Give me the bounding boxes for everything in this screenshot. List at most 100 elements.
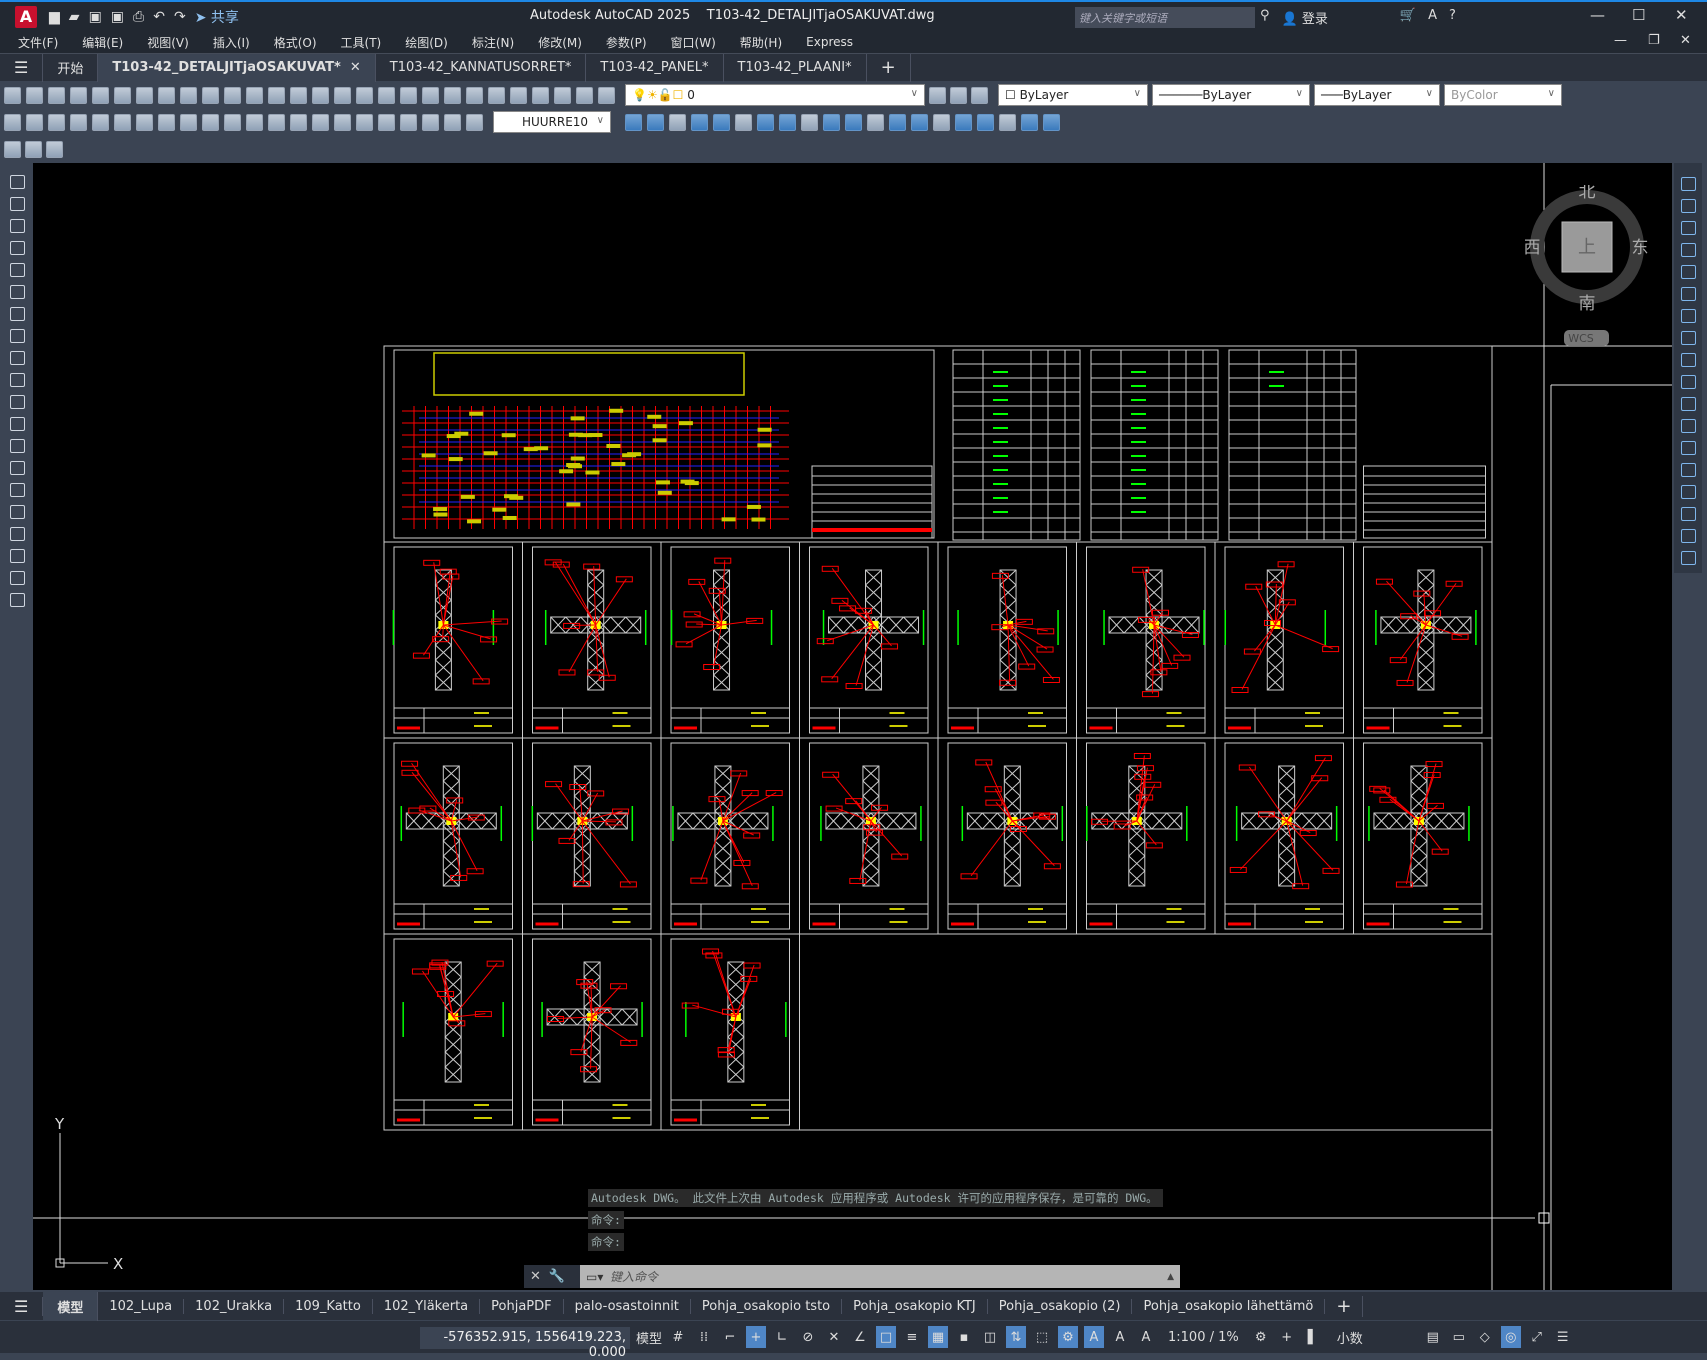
tool-icon[interactable] (4, 141, 21, 158)
snap-icon[interactable]: ⁞⁞ (694, 1326, 714, 1348)
layer-tool-icon[interactable] (929, 87, 946, 104)
dimension-tool-icon[interactable] (224, 114, 241, 131)
arc-icon[interactable] (10, 285, 25, 299)
minimize-button[interactable]: — (1590, 6, 1605, 24)
copy-icon[interactable] (1681, 199, 1696, 213)
units-icon[interactable]: ▌ (1303, 1326, 1323, 1348)
layer-tool-icon[interactable] (950, 87, 967, 104)
solid-tool-icon[interactable] (977, 114, 994, 131)
color-dropdown[interactable]: ☐ ByLayer∨ (998, 84, 1148, 106)
standard-tool-icon[interactable] (246, 87, 263, 104)
workspace-gear-icon[interactable]: ⚙ (1251, 1326, 1271, 1348)
dimension-tool-icon[interactable] (70, 114, 87, 131)
standard-tool-icon[interactable] (378, 87, 395, 104)
linetype-dropdown[interactable]: ────── ByLayer∨ (1152, 84, 1310, 106)
west-label[interactable]: 西 (1525, 238, 1541, 258)
autocad-logo-button[interactable]: A (15, 6, 37, 28)
redo-icon[interactable]: ↷ (174, 9, 186, 25)
coordinates-readout[interactable]: -576352.915, 1556419.223, 0.000 (420, 1327, 630, 1349)
tab-document-active[interactable]: T103-42_DETALJITjaOSAKUVAT* ✕ (98, 54, 375, 82)
move-icon[interactable] (1681, 287, 1696, 301)
layout-tab[interactable]: 102_Yläkerta (373, 1299, 480, 1314)
doc-minimize-button[interactable]: — (1614, 33, 1627, 48)
standard-tool-icon[interactable] (92, 87, 109, 104)
cart-icon[interactable]: 🛒 (1400, 8, 1416, 27)
annotation-scale-dropdown[interactable]: 1:100 / 1% (1168, 1330, 1239, 1345)
standard-tool-icon[interactable] (26, 87, 43, 104)
offset-icon[interactable] (1681, 243, 1696, 257)
solid-tool-icon[interactable] (801, 114, 818, 131)
dimension-tool-icon[interactable] (136, 114, 153, 131)
arc-icon[interactable] (10, 219, 25, 233)
tab-document[interactable]: T103-42_PLAANI* (724, 54, 867, 82)
menu-edit[interactable]: 编辑(E) (82, 34, 123, 51)
standard-tool-icon[interactable] (180, 87, 197, 104)
dimension-tool-icon[interactable] (4, 114, 21, 131)
dynamic-input-icon[interactable]: + (746, 1326, 766, 1348)
tab-start[interactable]: 开始 (43, 54, 98, 82)
layout-tab-model[interactable]: 模型 (43, 1292, 98, 1321)
dimension-tool-icon[interactable] (444, 114, 461, 131)
solid-tool-icon[interactable] (647, 114, 664, 131)
units-dropdown[interactable]: 小数 (1337, 1328, 1417, 1347)
quick-properties-icon[interactable]: ▤ (1423, 1326, 1443, 1348)
mirror-icon[interactable] (1681, 221, 1696, 235)
standard-tool-icon[interactable] (224, 87, 241, 104)
solid-tool-icon[interactable] (1043, 114, 1060, 131)
south-label[interactable]: 南 (1579, 294, 1596, 314)
standard-tool-icon[interactable] (4, 87, 21, 104)
search-icon[interactable]: ⚲ (1260, 8, 1270, 27)
insert-block-icon[interactable] (10, 417, 25, 431)
annotation-visibility-icon[interactable]: A (1084, 1326, 1104, 1348)
standard-tool-icon[interactable] (202, 87, 219, 104)
break-icon[interactable] (1681, 419, 1696, 433)
standard-tool-icon[interactable] (510, 87, 527, 104)
layer-dropdown[interactable]: 💡☀🔓☐ 0∨ (625, 84, 925, 106)
solid-tool-icon[interactable] (933, 114, 950, 131)
gradient-icon[interactable] (10, 505, 25, 519)
line-icon[interactable] (10, 175, 25, 189)
polyline-icon[interactable] (10, 197, 25, 211)
solid-tool-icon[interactable] (911, 114, 928, 131)
standard-tool-icon[interactable] (290, 87, 307, 104)
chevron-up-icon[interactable]: ▲ (1167, 1272, 1174, 1282)
explode-icon[interactable] (1681, 529, 1696, 543)
tab-document[interactable]: T103-42_PANEL* (586, 54, 723, 82)
tabs-menu-icon[interactable]: ☰ (0, 54, 43, 82)
tab-close-icon[interactable]: ✕ (350, 60, 361, 75)
standard-tool-icon[interactable] (488, 87, 505, 104)
layout-tab[interactable]: 102_Lupa (98, 1299, 184, 1314)
polar-icon[interactable]: ⊘ (798, 1326, 818, 1348)
solid-tool-icon[interactable] (757, 114, 774, 131)
multiline-text-icon[interactable] (10, 571, 25, 585)
scale-list-icon[interactable] (1681, 551, 1696, 565)
solid-tool-icon[interactable] (625, 114, 642, 131)
standard-tool-icon[interactable] (532, 87, 549, 104)
layout-tab[interactable]: 109_Katto (284, 1299, 373, 1314)
standard-tool-icon[interactable] (48, 87, 65, 104)
dimension-tool-icon[interactable] (334, 114, 351, 131)
doc-restore-button[interactable]: ❐ (1648, 33, 1660, 48)
viewcube[interactable]: 上 北 南 东 西 WCS (1525, 185, 1650, 355)
solid-tool-icon[interactable] (779, 114, 796, 131)
standard-tool-icon[interactable] (356, 87, 373, 104)
menu-file[interactable]: 文件(F) (18, 34, 58, 51)
menu-window[interactable]: 窗口(W) (671, 34, 716, 51)
layout-tab[interactable]: palo-osastoinnit (564, 1299, 691, 1314)
customization-icon[interactable]: ☰ (1553, 1326, 1573, 1348)
standard-tool-icon[interactable] (114, 87, 131, 104)
chamfer-icon[interactable] (1681, 463, 1696, 477)
layout-tab[interactable]: Pohja_osakopio (2) (988, 1299, 1133, 1314)
close-icon[interactable]: ✕ (530, 1269, 541, 1284)
layout-tab[interactable]: 102_Urakka (184, 1299, 284, 1314)
lock-ui-icon[interactable]: ▭ (1449, 1326, 1469, 1348)
annotation-scale-icon[interactable]: A (1136, 1326, 1156, 1348)
save-as-icon[interactable]: ▣ (111, 9, 124, 25)
new-layout-button[interactable]: + (1325, 1296, 1363, 1317)
layer-tool-icon[interactable] (971, 87, 988, 104)
drawing-canvas[interactable]: YX (33, 163, 1672, 1290)
layout-tab[interactable]: PohjaPDF (480, 1299, 563, 1314)
menu-draw[interactable]: 绘图(D) (405, 34, 448, 51)
solid-tool-icon[interactable] (823, 114, 840, 131)
model-space-button[interactable]: 模型 (636, 1326, 662, 1348)
